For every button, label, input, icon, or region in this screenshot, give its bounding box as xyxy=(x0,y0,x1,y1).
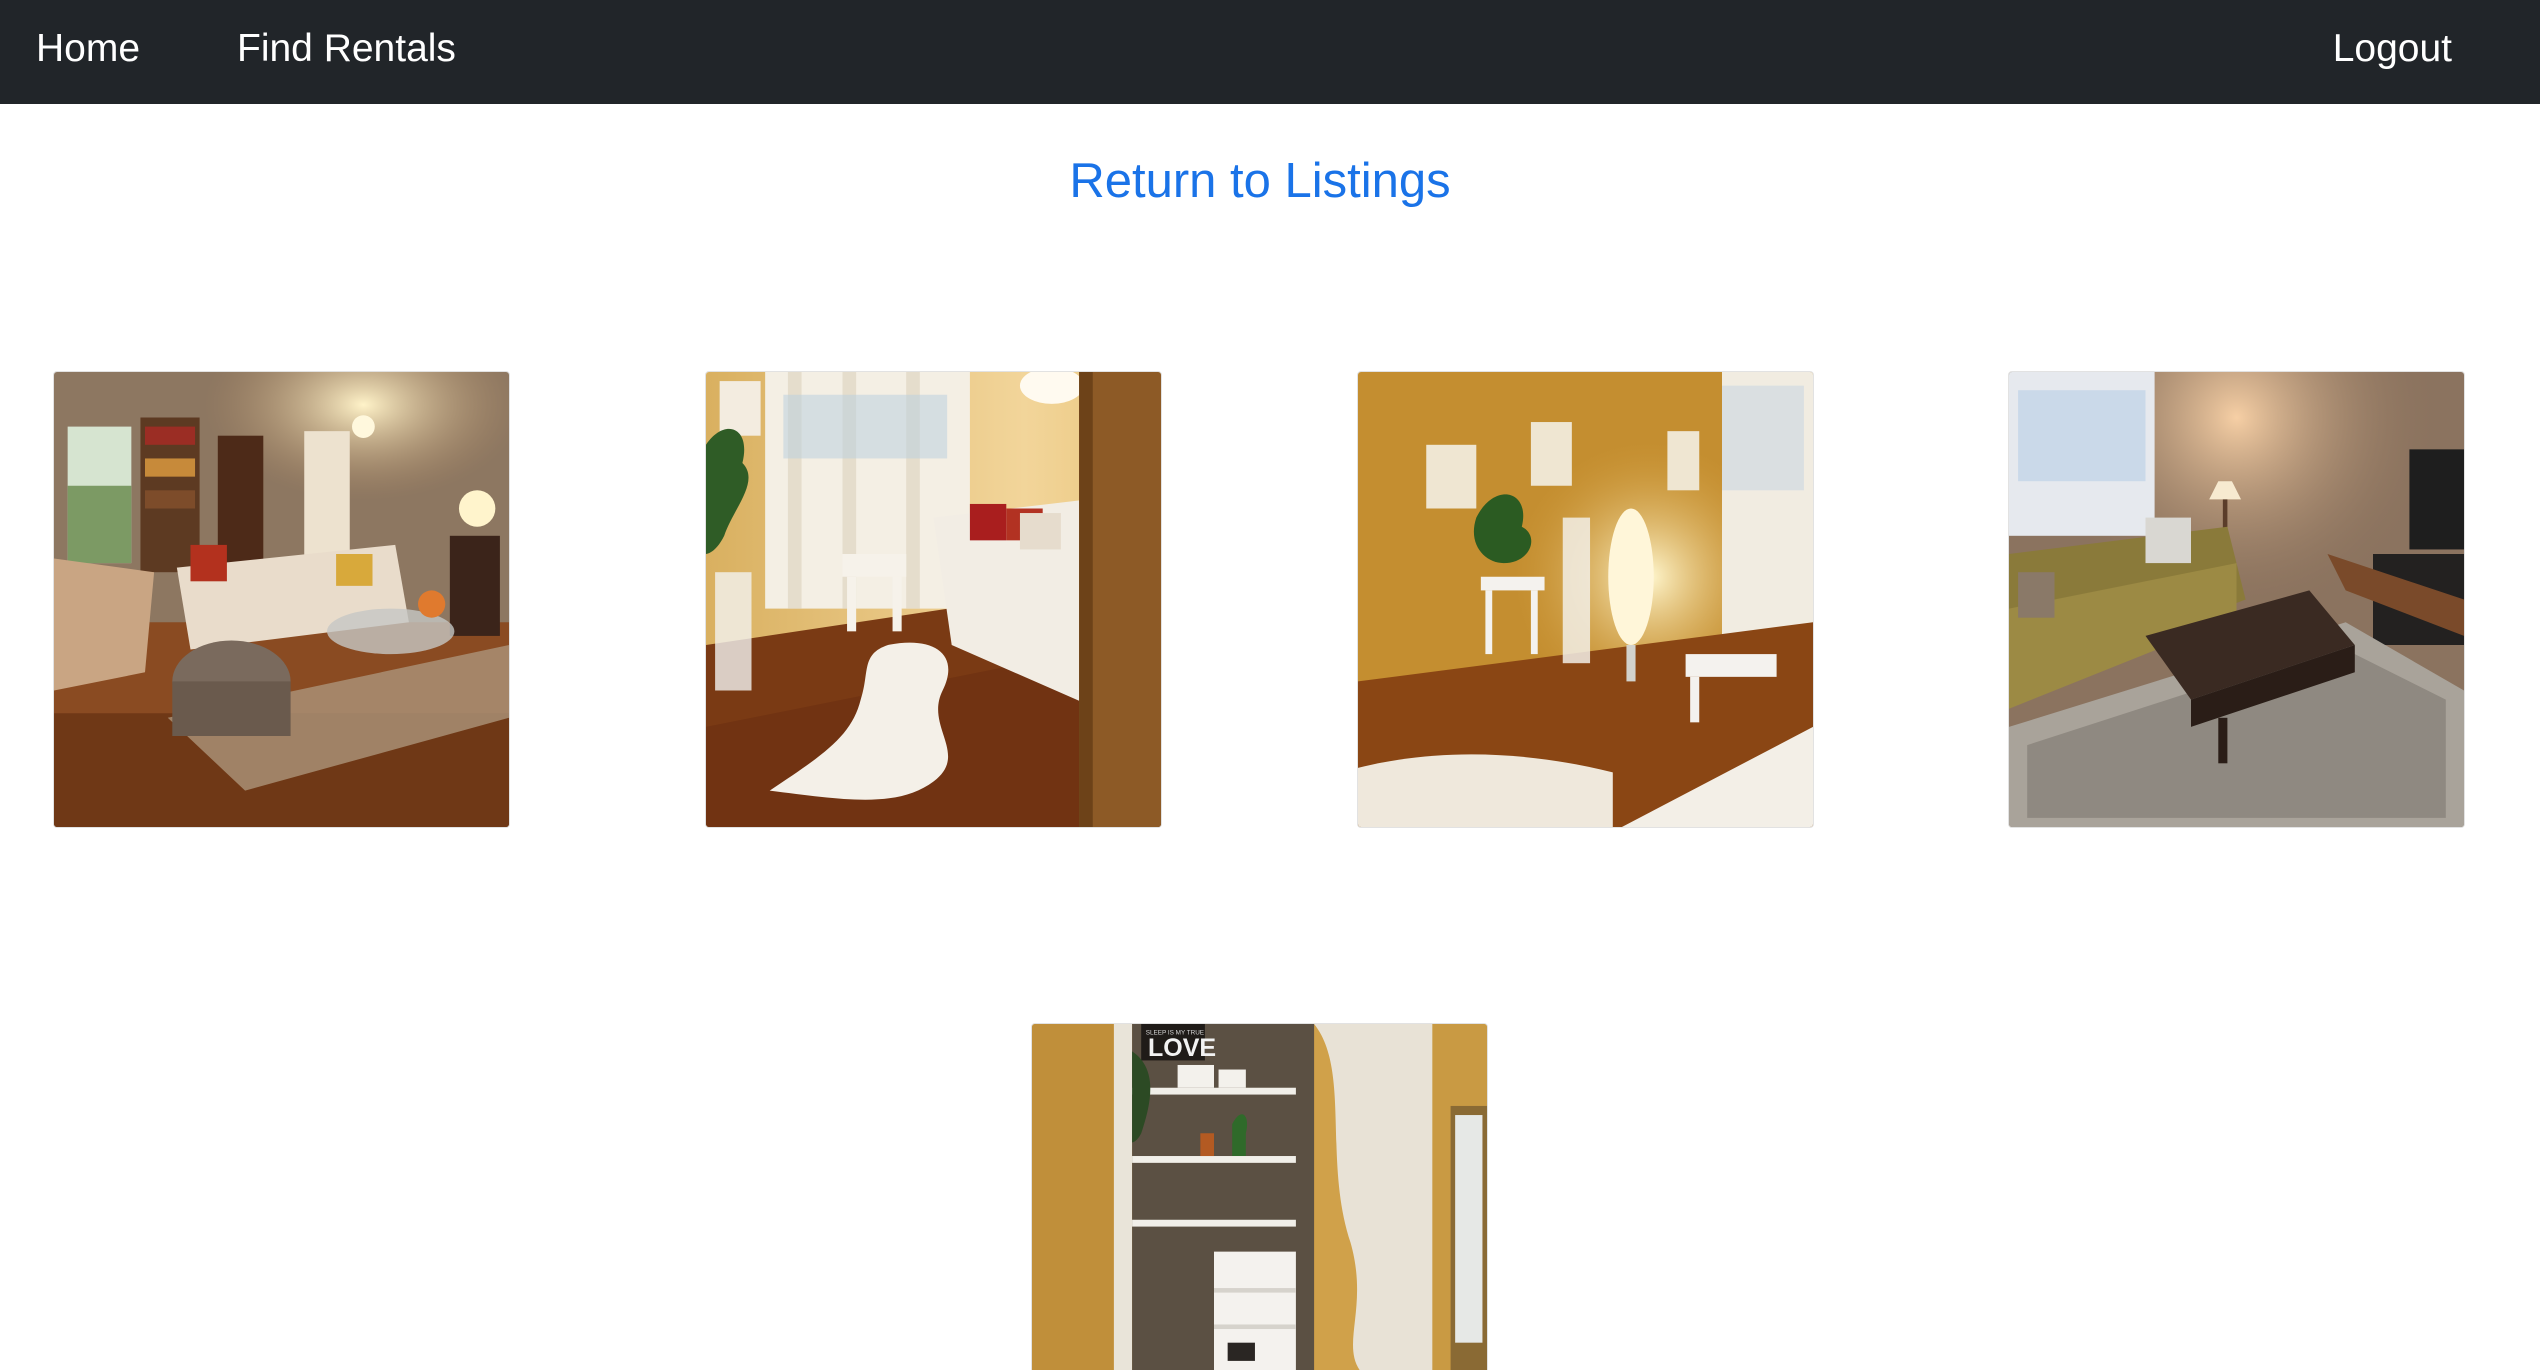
living-room-image xyxy=(54,372,509,827)
bedroom-rug-image xyxy=(706,372,1161,827)
listing-photo-closet[interactable]: LOVE SLEEP IS MY TRUE xyxy=(1031,1023,1488,1370)
closet-sign-small-text: SLEEP IS MY TRUE xyxy=(1146,1029,1204,1036)
nav-find-rentals-link[interactable]: Find Rentals xyxy=(237,0,456,98)
listing-photo-bedroom-lamp[interactable] xyxy=(1357,371,1814,828)
closet-sign-text: LOVE xyxy=(1148,1034,1216,1062)
listing-photo-living-room-sofa[interactable] xyxy=(2008,371,2465,828)
closet-image: LOVE SLEEP IS MY TRUE xyxy=(1032,1024,1487,1370)
nav-logout-link[interactable]: Logout xyxy=(2333,0,2452,98)
top-navbar: Home Find Rentals Logout xyxy=(0,0,2540,104)
listing-photo-living-room[interactable] xyxy=(53,371,510,828)
listing-photo-bedroom-rug[interactable] xyxy=(705,371,1162,828)
bedroom-lamp-image xyxy=(1358,372,1813,827)
return-to-listings-link[interactable]: Return to Listings xyxy=(0,148,2520,214)
living-room-sofa-image xyxy=(2009,372,2464,827)
nav-home-link[interactable]: Home xyxy=(36,0,140,98)
